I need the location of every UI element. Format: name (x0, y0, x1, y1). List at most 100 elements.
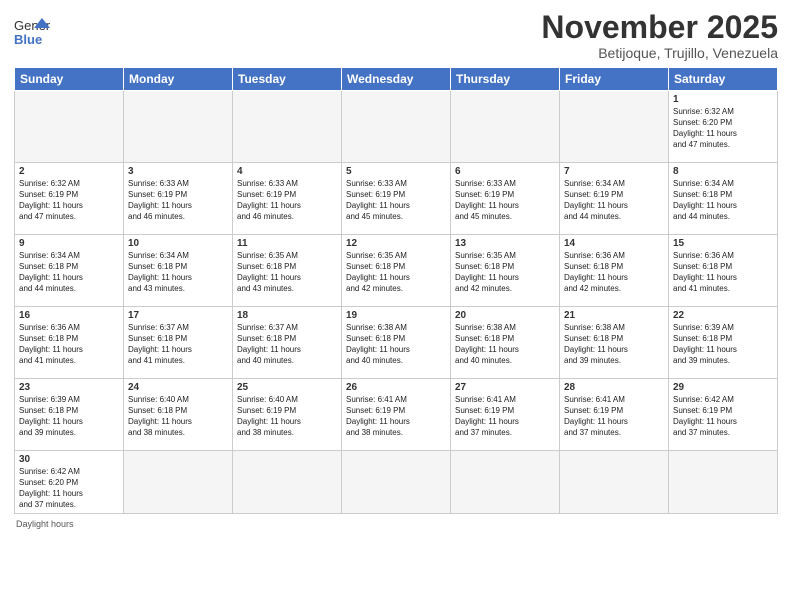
calendar-cell: 23 Sunrise: 6:39 AM Sunset: 6:18 PM Dayli… (15, 379, 124, 451)
day-info: Sunrise: 6:35 AM Sunset: 6:18 PM Dayligh… (455, 251, 555, 294)
day-info: Sunrise: 6:33 AM Sunset: 6:19 PM Dayligh… (237, 179, 337, 222)
calendar-cell (15, 91, 124, 163)
weekday-header-tuesday: Tuesday (233, 68, 342, 91)
day-number: 21 (564, 310, 664, 321)
day-info: Sunrise: 6:39 AM Sunset: 6:18 PM Dayligh… (673, 323, 773, 366)
day-number: 4 (237, 166, 337, 177)
header: General Blue November 2025 Betijoque, Tr… (14, 10, 778, 61)
day-number: 5 (346, 166, 446, 177)
day-info: Sunrise: 6:34 AM Sunset: 6:18 PM Dayligh… (128, 251, 228, 294)
day-info: Sunrise: 6:34 AM Sunset: 6:18 PM Dayligh… (673, 179, 773, 222)
day-number: 20 (455, 310, 555, 321)
calendar-cell: 6 Sunrise: 6:33 AM Sunset: 6:19 PM Daylig… (451, 163, 560, 235)
day-number: 22 (673, 310, 773, 321)
calendar-table: SundayMondayTuesdayWednesdayThursdayFrid… (14, 67, 778, 514)
day-number: 29 (673, 382, 773, 393)
day-info: Sunrise: 6:40 AM Sunset: 6:18 PM Dayligh… (128, 395, 228, 438)
calendar-week-row: 23 Sunrise: 6:39 AM Sunset: 6:18 PM Dayli… (15, 379, 778, 451)
day-info: Sunrise: 6:37 AM Sunset: 6:18 PM Dayligh… (237, 323, 337, 366)
calendar-cell (451, 91, 560, 163)
day-number: 3 (128, 166, 228, 177)
day-info: Sunrise: 6:38 AM Sunset: 6:18 PM Dayligh… (564, 323, 664, 366)
day-info: Sunrise: 6:39 AM Sunset: 6:18 PM Dayligh… (19, 395, 119, 438)
calendar-cell: 8 Sunrise: 6:34 AM Sunset: 6:18 PM Daylig… (669, 163, 778, 235)
day-number: 28 (564, 382, 664, 393)
calendar-cell (560, 91, 669, 163)
calendar-cell (669, 451, 778, 514)
day-number: 11 (237, 238, 337, 249)
day-number: 30 (19, 454, 119, 465)
calendar-week-row: 30Sunrise: 6:42 AM Sunset: 6:20 PM Dayli… (15, 451, 778, 514)
calendar-cell: 11Sunrise: 6:35 AM Sunset: 6:18 PM Dayli… (233, 235, 342, 307)
calendar-cell: 30Sunrise: 6:42 AM Sunset: 6:20 PM Dayli… (15, 451, 124, 514)
weekday-header-sunday: Sunday (15, 68, 124, 91)
calendar-cell: 26 Sunrise: 6:41 AM Sunset: 6:19 PM Dayli… (342, 379, 451, 451)
calendar-week-row: 2Sunrise: 6:32 AM Sunset: 6:19 PM Daylig… (15, 163, 778, 235)
calendar-cell: 12 Sunrise: 6:35 AM Sunset: 6:18 PM Dayli… (342, 235, 451, 307)
weekday-header-wednesday: Wednesday (342, 68, 451, 91)
day-info: Sunrise: 6:35 AM Sunset: 6:18 PM Dayligh… (346, 251, 446, 294)
day-number: 6 (455, 166, 555, 177)
day-number: 10 (128, 238, 228, 249)
calendar-cell: 4 Sunrise: 6:33 AM Sunset: 6:19 PM Daylig… (233, 163, 342, 235)
day-number: 26 (346, 382, 446, 393)
footer: Daylight hours (14, 519, 778, 529)
day-number: 14 (564, 238, 664, 249)
day-number: 18 (237, 310, 337, 321)
calendar-cell (342, 91, 451, 163)
day-info: Sunrise: 6:33 AM Sunset: 6:19 PM Dayligh… (455, 179, 555, 222)
calendar-cell: 1Sunrise: 6:32 AM Sunset: 6:20 PM Daylig… (669, 91, 778, 163)
calendar-cell (124, 451, 233, 514)
day-number: 12 (346, 238, 446, 249)
day-info: Sunrise: 6:36 AM Sunset: 6:18 PM Dayligh… (673, 251, 773, 294)
calendar-cell: 5 Sunrise: 6:33 AM Sunset: 6:19 PM Daylig… (342, 163, 451, 235)
svg-text:Blue: Blue (14, 32, 42, 47)
day-info: Sunrise: 6:38 AM Sunset: 6:18 PM Dayligh… (346, 323, 446, 366)
day-number: 17 (128, 310, 228, 321)
daylight-label: Daylight hours (16, 519, 74, 529)
calendar-cell: 15Sunrise: 6:36 AM Sunset: 6:18 PM Dayli… (669, 235, 778, 307)
calendar-cell (560, 451, 669, 514)
calendar-cell: 16Sunrise: 6:36 AM Sunset: 6:18 PM Dayli… (15, 307, 124, 379)
calendar-cell: 7Sunrise: 6:34 AM Sunset: 6:19 PM Daylig… (560, 163, 669, 235)
day-info: Sunrise: 6:37 AM Sunset: 6:18 PM Dayligh… (128, 323, 228, 366)
weekday-header-friday: Friday (560, 68, 669, 91)
day-number: 13 (455, 238, 555, 249)
day-info: Sunrise: 6:32 AM Sunset: 6:19 PM Dayligh… (19, 179, 119, 222)
calendar-cell: 10 Sunrise: 6:34 AM Sunset: 6:18 PM Dayli… (124, 235, 233, 307)
day-info: Sunrise: 6:33 AM Sunset: 6:19 PM Dayligh… (346, 179, 446, 222)
day-info: Sunrise: 6:40 AM Sunset: 6:19 PM Dayligh… (237, 395, 337, 438)
day-info: Sunrise: 6:42 AM Sunset: 6:19 PM Dayligh… (673, 395, 773, 438)
calendar-cell (451, 451, 560, 514)
day-number: 25 (237, 382, 337, 393)
calendar-cell: 22 Sunrise: 6:39 AM Sunset: 6:18 PM Dayli… (669, 307, 778, 379)
calendar-cell (342, 451, 451, 514)
calendar-cell: 17 Sunrise: 6:37 AM Sunset: 6:18 PM Dayli… (124, 307, 233, 379)
month-title: November 2025 (541, 10, 778, 45)
day-info: Sunrise: 6:41 AM Sunset: 6:19 PM Dayligh… (346, 395, 446, 438)
weekday-header-row: SundayMondayTuesdayWednesdayThursdayFrid… (15, 68, 778, 91)
day-number: 9 (19, 238, 119, 249)
calendar-cell: 3Sunrise: 6:33 AM Sunset: 6:19 PM Daylig… (124, 163, 233, 235)
day-number: 24 (128, 382, 228, 393)
day-number: 8 (673, 166, 773, 177)
weekday-header-thursday: Thursday (451, 68, 560, 91)
day-number: 27 (455, 382, 555, 393)
day-number: 16 (19, 310, 119, 321)
day-number: 23 (19, 382, 119, 393)
calendar-cell: 13 Sunrise: 6:35 AM Sunset: 6:18 PM Dayli… (451, 235, 560, 307)
day-info: Sunrise: 6:36 AM Sunset: 6:18 PM Dayligh… (564, 251, 664, 294)
calendar-cell: 21 Sunrise: 6:38 AM Sunset: 6:18 PM Dayli… (560, 307, 669, 379)
calendar-cell: 20Sunrise: 6:38 AM Sunset: 6:18 PM Dayli… (451, 307, 560, 379)
day-info: Sunrise: 6:34 AM Sunset: 6:19 PM Dayligh… (564, 179, 664, 222)
calendar-cell (124, 91, 233, 163)
calendar-cell: 2Sunrise: 6:32 AM Sunset: 6:19 PM Daylig… (15, 163, 124, 235)
calendar-cell (233, 91, 342, 163)
day-info: Sunrise: 6:41 AM Sunset: 6:19 PM Dayligh… (564, 395, 664, 438)
logo-icon: General Blue (14, 14, 50, 50)
day-info: Sunrise: 6:32 AM Sunset: 6:20 PM Dayligh… (673, 107, 773, 150)
calendar-cell: 18 Sunrise: 6:37 AM Sunset: 6:18 PM Dayli… (233, 307, 342, 379)
day-info: Sunrise: 6:34 AM Sunset: 6:18 PM Dayligh… (19, 251, 119, 294)
calendar-cell: 25 Sunrise: 6:40 AM Sunset: 6:19 PM Dayli… (233, 379, 342, 451)
calendar-week-row: 9 Sunrise: 6:34 AM Sunset: 6:18 PM Daylig… (15, 235, 778, 307)
